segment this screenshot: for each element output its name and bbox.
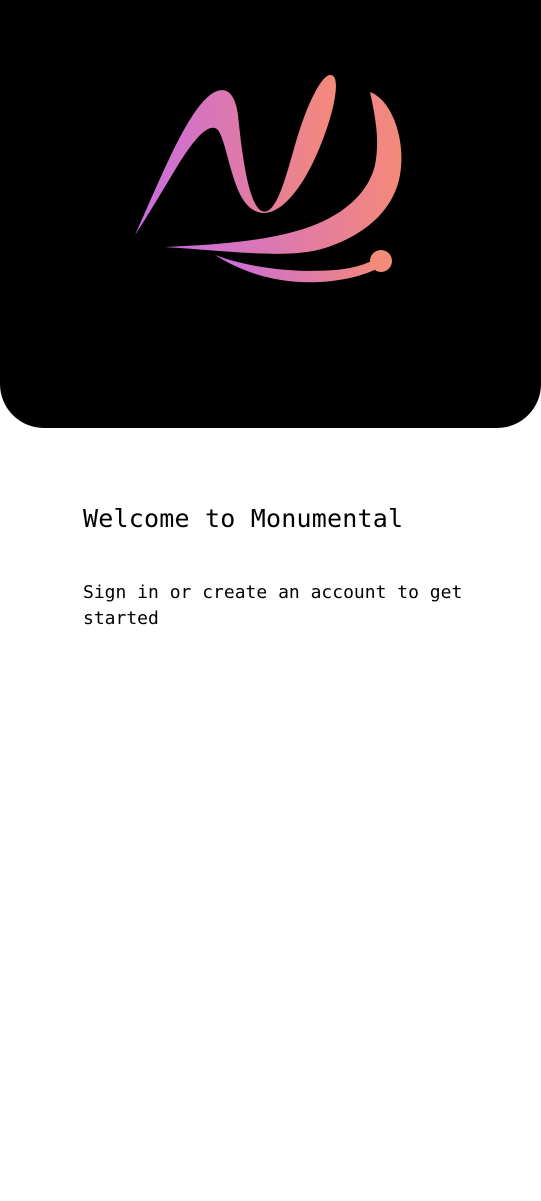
welcome-section: Welcome to Monumental Sign in or create … (83, 500, 503, 632)
page-title: Welcome to Monumental (83, 504, 404, 533)
hero-banner (0, 0, 541, 428)
butterfly-m-logo-icon (135, 74, 402, 283)
welcome-subtitle: Sign in or create an account to get star… (83, 582, 463, 629)
